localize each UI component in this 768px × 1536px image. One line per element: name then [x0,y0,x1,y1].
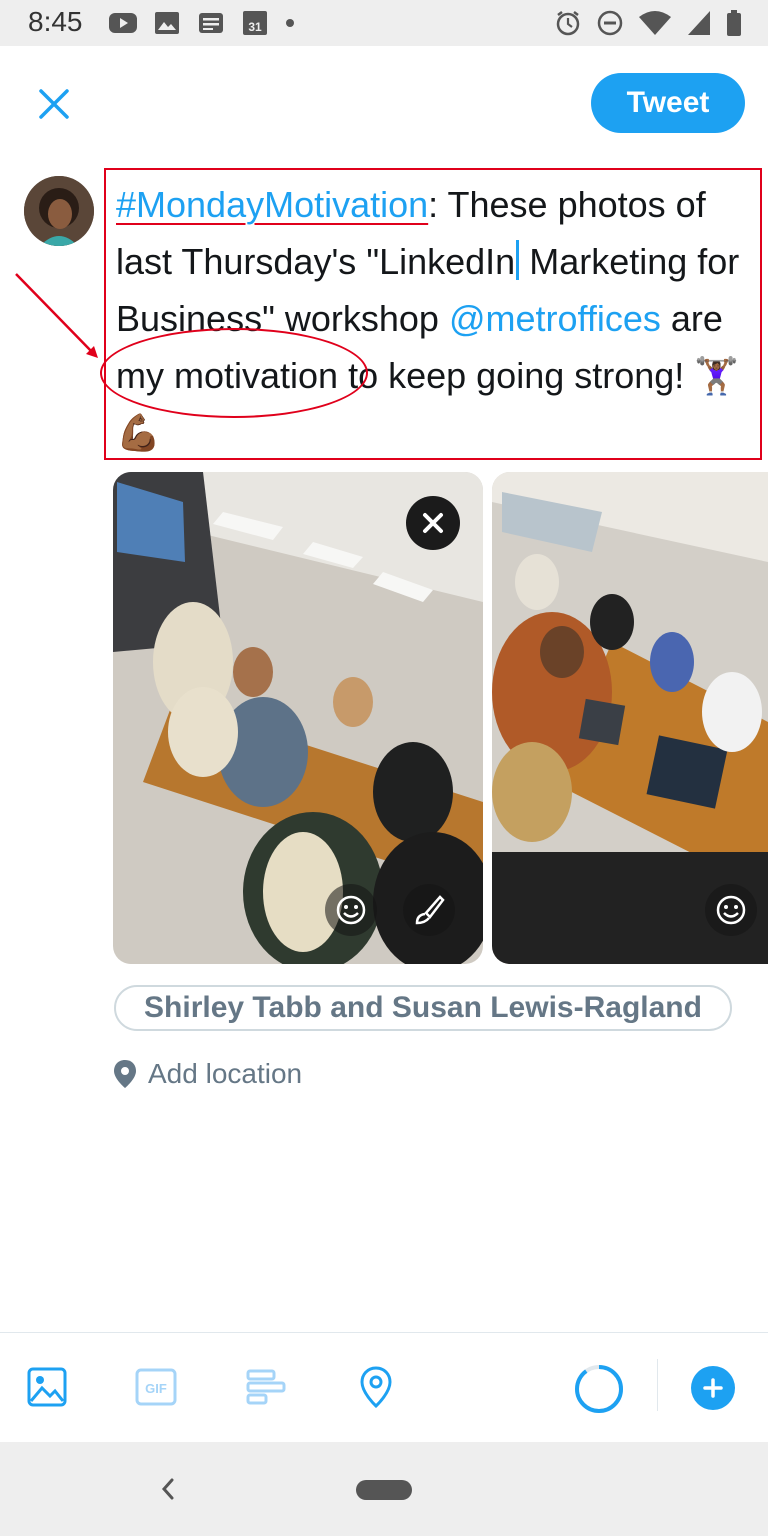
mention-link[interactable]: @metroffices [449,298,661,339]
signal-icon [688,11,710,35]
poll-icon[interactable] [244,1365,288,1409]
youtube-icon [109,13,137,33]
character-count-ring [575,1365,623,1413]
avatar[interactable] [24,176,94,246]
add-sticker-button[interactable] [325,884,377,936]
system-icons [554,9,742,37]
battery-icon [727,10,741,36]
tweet-text[interactable]: #MondayMotivation: These photos of last … [116,176,756,461]
calendar-icon: 31 [243,11,267,35]
wifi-icon [639,11,671,35]
plus-icon [703,1378,723,1398]
gif-label: GIF [145,1381,167,1396]
add-thread-button[interactable] [691,1366,735,1410]
tweet-text-box[interactable]: #MondayMotivation: These photos of last … [104,168,762,460]
dot-icon [286,19,294,27]
alarm-icon [556,11,580,36]
tweet-button[interactable]: Tweet [591,73,745,133]
compose-toolbar: GIF [0,1332,768,1443]
annotation-arrow [15,273,98,358]
edit-photo-button[interactable] [403,884,455,936]
home-button[interactable] [356,1480,412,1500]
dnd-icon [597,10,623,36]
hashtag-link[interactable]: #MondayMotivation [116,184,428,225]
back-icon[interactable] [154,1472,182,1506]
news-icon [199,13,223,33]
image-icon [155,12,179,34]
sticker-icon [336,895,366,925]
sticker-icon [716,895,746,925]
status-time: 8:45 [28,6,83,37]
gif-icon[interactable]: GIF [134,1365,178,1409]
tagged-people-button[interactable]: Shirley Tabb and Susan Lewis-Ragland [114,985,732,1031]
photo-icon[interactable] [25,1365,69,1409]
edit-brush-icon [415,895,445,925]
calendar-day: 31 [248,20,262,34]
notification-icons: 31 [108,10,296,36]
remove-icon [423,513,443,533]
remove-photo-button[interactable] [406,496,460,550]
location-pin-icon [114,1060,136,1088]
location-icon[interactable] [354,1365,398,1409]
add-location-button[interactable]: Add location [112,1054,302,1094]
status-bar: 8:45 31 [0,0,768,46]
avatar-image [24,176,94,246]
close-icon[interactable] [30,80,78,128]
toolbar-divider [657,1359,658,1411]
add-location-label: Add location [148,1058,303,1089]
add-sticker-button-2[interactable] [705,884,757,936]
